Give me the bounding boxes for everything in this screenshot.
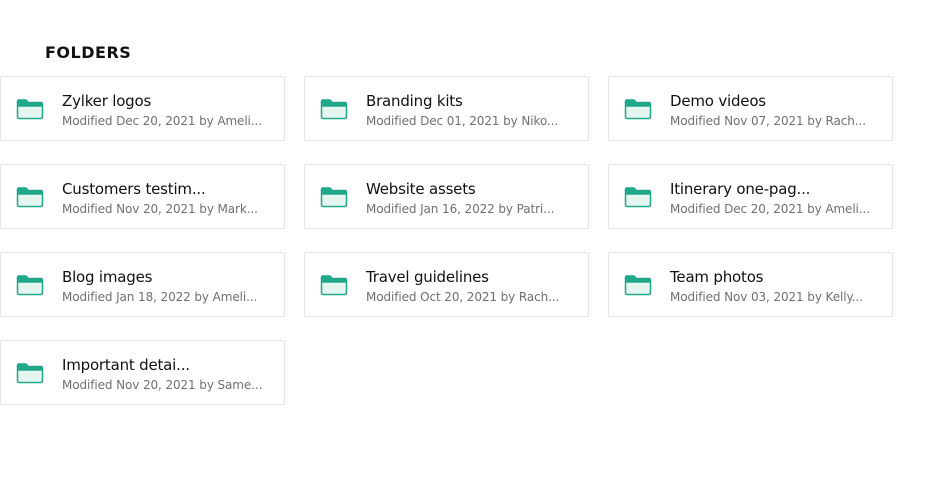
folder-icon — [320, 275, 348, 296]
folder-card[interactable]: Customers testim... Modified Nov 20, 202… — [0, 164, 285, 229]
folder-name: Travel guidelines — [366, 268, 489, 286]
folder-name: Important detai... — [62, 356, 190, 374]
folder-name: Blog images — [62, 268, 153, 286]
folder-icon — [624, 187, 652, 208]
folder-icon — [624, 99, 652, 120]
folder-meta: Modified Nov 20, 2021 by Same... — [62, 378, 263, 392]
folder-icon — [624, 275, 652, 296]
folder-icon — [16, 363, 44, 384]
folder-card[interactable]: Branding kits Modified Dec 01, 2021 by N… — [304, 76, 589, 141]
folder-meta: Modified Jan 16, 2022 by Patri... — [366, 202, 555, 216]
folder-grid: Zylker logos Modified Dec 20, 2021 by Am… — [0, 76, 893, 405]
folder-meta: Modified Nov 20, 2021 by Mark... — [62, 202, 258, 216]
folder-name: Website assets — [366, 180, 476, 198]
folder-card[interactable]: Itinerary one-pag... Modified Dec 20, 20… — [608, 164, 893, 229]
folder-card[interactable]: Team photos Modified Nov 03, 2021 by Kel… — [608, 252, 893, 317]
folder-name: Demo videos — [670, 92, 766, 110]
folder-name: Customers testim... — [62, 180, 206, 198]
folder-card[interactable]: Travel guidelines Modified Oct 20, 2021 … — [304, 252, 589, 317]
folder-icon — [16, 99, 44, 120]
folder-meta: Modified Nov 03, 2021 by Kelly... — [670, 290, 863, 304]
folder-name: Team photos — [670, 268, 764, 286]
folder-card[interactable]: Blog images Modified Jan 18, 2022 by Ame… — [0, 252, 285, 317]
section-title: FOLDERS — [45, 43, 132, 62]
folder-name: Branding kits — [366, 92, 463, 110]
folder-card[interactable]: Demo videos Modified Nov 07, 2021 by Rac… — [608, 76, 893, 141]
folder-meta: Modified Dec 01, 2021 by Niko... — [366, 114, 559, 128]
folder-card[interactable]: Website assets Modified Jan 16, 2022 by … — [304, 164, 589, 229]
folder-icon — [16, 187, 44, 208]
folder-meta: Modified Jan 18, 2022 by Ameli... — [62, 290, 258, 304]
folder-meta: Modified Nov 07, 2021 by Rach... — [670, 114, 866, 128]
folder-name: Zylker logos — [62, 92, 152, 110]
folder-card[interactable]: Zylker logos Modified Dec 20, 2021 by Am… — [0, 76, 285, 141]
folder-card[interactable]: Important detai... Modified Nov 20, 2021… — [0, 340, 285, 405]
folder-icon — [320, 187, 348, 208]
folder-meta: Modified Dec 20, 2021 by Ameli... — [62, 114, 262, 128]
folder-icon — [16, 275, 44, 296]
folder-meta: Modified Dec 20, 2021 by Ameli... — [670, 202, 870, 216]
folder-icon — [320, 99, 348, 120]
folder-meta: Modified Oct 20, 2021 by Rach... — [366, 290, 560, 304]
folder-name: Itinerary one-pag... — [670, 180, 811, 198]
